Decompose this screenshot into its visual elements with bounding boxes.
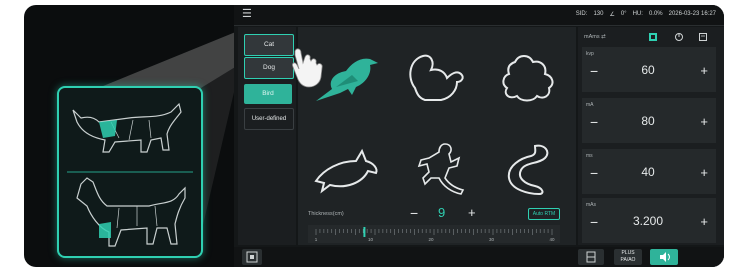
kvp-decrease-button[interactable]: − (590, 63, 598, 79)
auto-rtm-button[interactable]: Auto RTM (528, 208, 560, 220)
mas-decrease-button[interactable]: − (590, 214, 598, 230)
mas-control: mAs − 3.200 + (582, 198, 716, 243)
mas-increase-button[interactable]: + (700, 214, 708, 229)
bottom-toolbar: PLUS PA/AO (234, 247, 724, 267)
top-status-bar: ☰ SID: 130 ∠ 0° HU: 0.0% 2026-03-23 16:2… (234, 5, 724, 26)
plus-mode-button[interactable]: PLUS PA/AO (614, 249, 642, 265)
aec-icon[interactable] (648, 32, 658, 42)
cat-highlight-region (99, 120, 117, 138)
thickness-value: 9 (438, 205, 446, 220)
ma-increase-button[interactable]: + (700, 114, 708, 129)
animal-turtle-tile[interactable] (482, 33, 572, 123)
grid-icon (586, 251, 596, 263)
animal-snake-tile[interactable] (482, 123, 572, 213)
hu-label: HU: (632, 11, 643, 17)
exposure-mode-toggle[interactable]: mAms ⇄ (584, 34, 606, 40)
ms-control: ms − 40 + (582, 149, 716, 194)
ma-control: mA − 80 + (582, 98, 716, 143)
angle-icon: ∠ (609, 12, 615, 18)
dog-outline-icon (76, 177, 186, 247)
plus-label: PLUS (621, 250, 635, 256)
power-icon[interactable] (674, 32, 684, 42)
thickness-increase-button[interactable]: + (468, 205, 476, 220)
sid-value: 130 (593, 11, 604, 17)
thickness-slider[interactable]: 1 10 20 30 40 (308, 225, 560, 243)
snake-icon (507, 144, 549, 196)
menu-icon[interactable]: ☰ (242, 8, 252, 20)
ma-decrease-button[interactable]: − (590, 114, 598, 130)
cat-outline-icon (72, 102, 182, 153)
kvp-control: kvp − 60 + (582, 47, 716, 92)
preview-icon (246, 251, 258, 263)
animal-dolphin-tile[interactable] (302, 123, 392, 213)
cat-dog-anatomy-diagram (67, 102, 193, 247)
slider-tick-label: 40 (549, 237, 555, 242)
slider-tick-label: 20 (428, 237, 434, 242)
dog-highlight-region (99, 222, 111, 238)
ms-increase-button[interactable]: + (700, 165, 708, 180)
dolphin-icon (314, 148, 378, 194)
ms-value: 40 (641, 165, 655, 179)
animal-squirrel-tile[interactable] (392, 33, 482, 123)
squirrel-icon (409, 54, 464, 101)
mas-label: mAs (586, 202, 596, 208)
ma-label: mA (586, 102, 594, 108)
animal-lizard-tile[interactable] (392, 123, 482, 213)
angle-value: 0° (620, 11, 627, 17)
lizard-icon (417, 143, 465, 195)
species-user-defined-button[interactable]: User-defined (244, 108, 294, 130)
hu-value: 0.0% (648, 11, 663, 17)
animal-grid (302, 33, 572, 213)
settings-panel-icon[interactable] (698, 32, 708, 42)
animal-selection-panel: Thickness(cm) − 9 + Auto RTM 1 10 20 30 40 (298, 27, 576, 245)
datetime: 2026-03-23 16:27 (668, 11, 716, 17)
ms-label: ms (586, 153, 593, 159)
zoomed-anatomy-panel (57, 86, 203, 258)
ms-decrease-button[interactable]: − (590, 165, 598, 181)
thickness-control: Thickness(cm) − 9 + Auto RTM 1 10 20 30 40 (302, 205, 572, 243)
kvp-increase-button[interactable]: + (700, 63, 708, 78)
exposure-panel: mAms ⇄ kvp − 60 + mA − 80 + ms − 40 + mA… (578, 27, 724, 245)
plus-sub-label: PA/AO (620, 257, 636, 263)
status-readout: SID: 130 ∠ 0° HU: 0.0% 2026-03-23 16:27 (576, 11, 716, 18)
exposure-header: mAms ⇄ (582, 31, 720, 45)
slider-tick-label: 10 (368, 237, 374, 242)
slider-tick-label: 30 (489, 237, 495, 242)
ma-value: 80 (641, 114, 655, 128)
speaker-icon (660, 252, 670, 262)
pointer-hand-icon (292, 48, 323, 88)
grid-view-button[interactable] (578, 249, 604, 265)
sound-button[interactable] (650, 249, 678, 265)
sid-label: SID: (575, 11, 588, 17)
turtle-icon (502, 55, 554, 102)
kvp-label: kvp (586, 51, 594, 57)
kvp-value: 60 (641, 63, 655, 77)
thickness-label: Thickness(cm) (308, 211, 344, 217)
thickness-decrease-button[interactable]: − (410, 205, 418, 221)
device-frame: ☰ SID: 130 ∠ 0° HU: 0.0% 2026-03-23 16:2… (24, 5, 724, 267)
image-preview-button[interactable] (242, 249, 262, 265)
mas-value: 3.200 (632, 214, 664, 228)
